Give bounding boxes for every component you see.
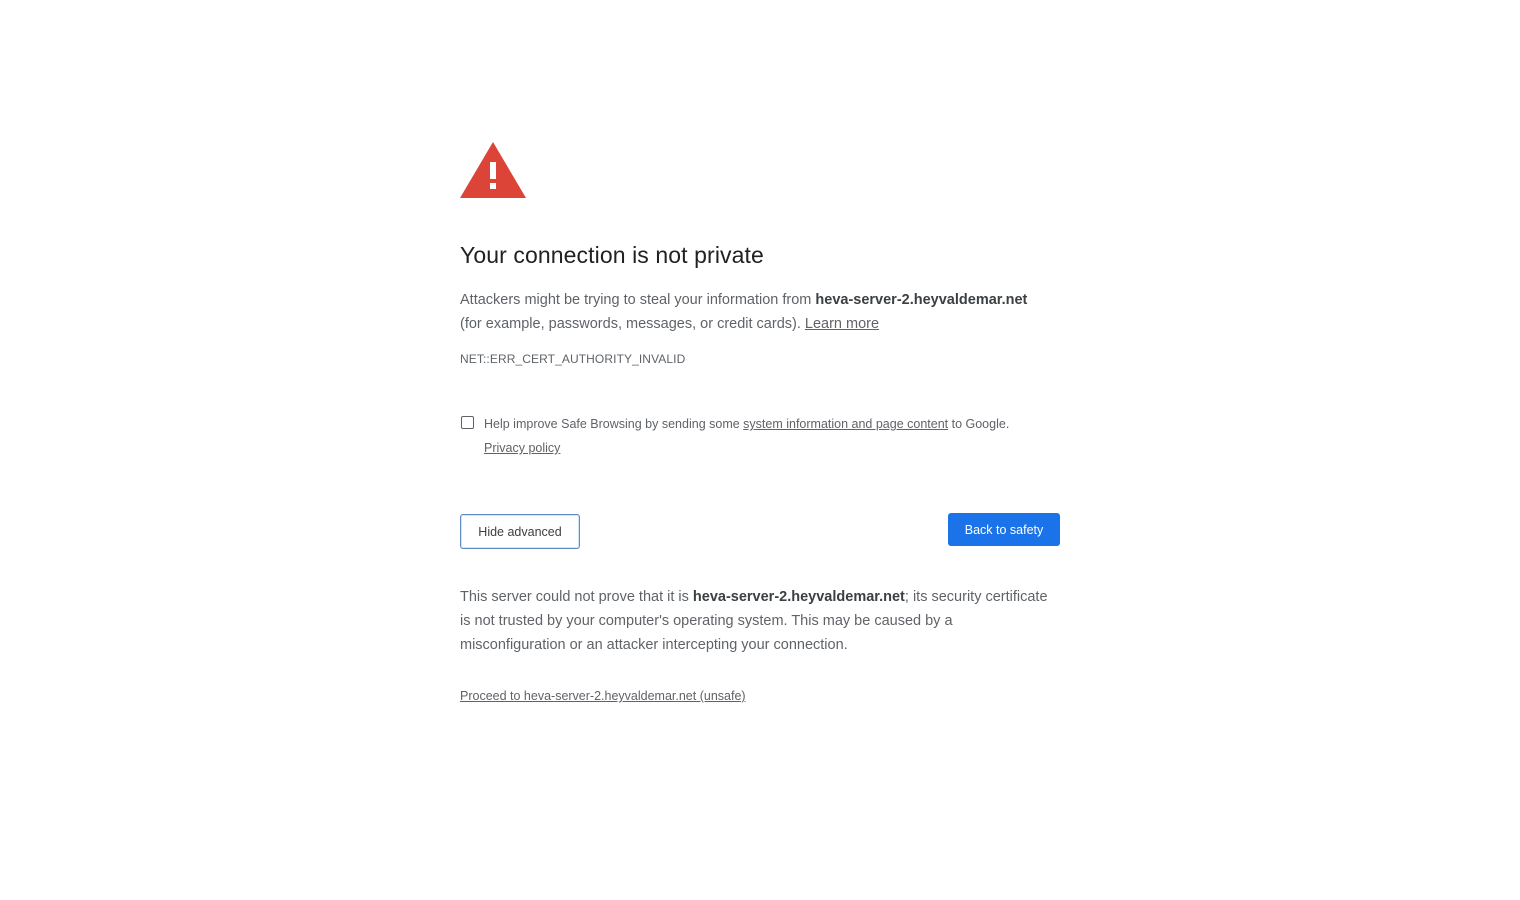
page-title: Your connection is not private xyxy=(460,242,764,268)
main-content: Your connection is not private Attackers… xyxy=(460,140,1060,703)
details-message: This server could not prove that it is h… xyxy=(460,585,1060,657)
main-message-prefix: Attackers might be trying to steal your … xyxy=(460,292,816,308)
safe-browsing-prefix: Help improve Safe Browsing by sending so… xyxy=(484,417,744,431)
learn-more-link[interactable]: Learn more xyxy=(805,316,879,332)
main-message-host: heva-server-2.heyvaldemar.net xyxy=(815,292,1028,308)
safe-browsing-text: Help improve Safe Browsing by sending so… xyxy=(484,412,1009,460)
details-host: heva-server-2.heyvaldemar.net xyxy=(692,589,905,605)
proceed-unsafe-link[interactable]: Proceed to heva-server-2.heyvaldemar.net… xyxy=(460,689,746,703)
main-message: Attackers might be trying to steal your … xyxy=(460,288,1060,336)
error-code: NET::ERR_CERT_AUTHORITY_INVALID xyxy=(460,352,686,366)
system-info-link[interactable]: system information and page content xyxy=(743,417,948,431)
back-to-safety-button[interactable]: Back to safety xyxy=(948,513,1060,546)
button-row: Hide advanced Back to safety xyxy=(460,513,1060,549)
safe-browsing-suffix: to Google. xyxy=(948,417,1010,431)
main-message-suffix: (for example, passwords, messages, or cr… xyxy=(460,316,805,332)
safe-browsing-checkbox[interactable] xyxy=(461,416,474,429)
safe-browsing-optin: Help improve Safe Browsing by sending so… xyxy=(460,412,1060,460)
hide-advanced-button[interactable]: Hide advanced xyxy=(460,514,580,549)
details-prefix: This server could not prove that it is xyxy=(460,589,693,605)
warning-triangle-icon xyxy=(460,142,526,198)
privacy-policy-link[interactable]: Privacy policy xyxy=(484,441,560,455)
proceed-section: Proceed to heva-server-2.heyvaldemar.net… xyxy=(460,689,1060,703)
interstitial-page: Your connection is not private Attackers… xyxy=(0,0,1520,900)
